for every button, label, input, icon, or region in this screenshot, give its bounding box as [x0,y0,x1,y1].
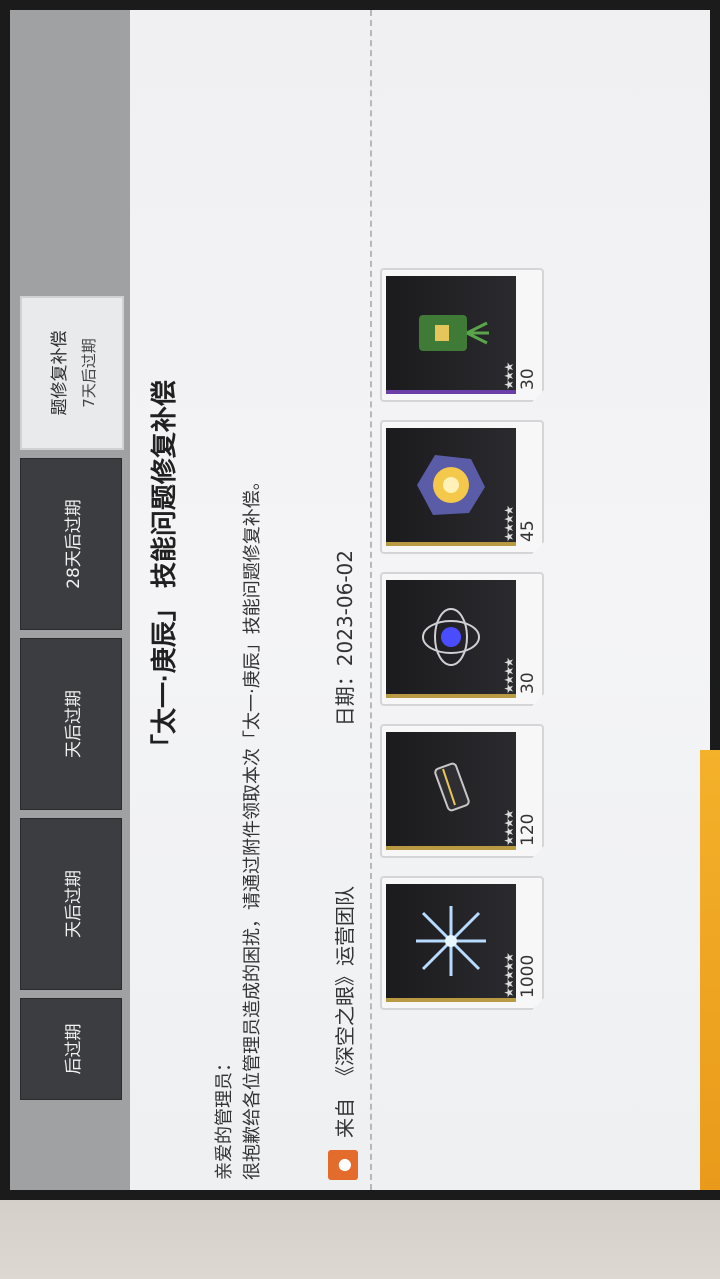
rarity-stars: ★★★★ [502,810,516,846]
reward-count: 30 [518,672,538,694]
orb-core-icon [386,580,516,698]
reward-item[interactable]: ★★★ 30 [380,268,544,402]
mail-card-expiry: 28天后过期 [63,499,84,589]
rarity-stars: ★★★★★ [502,954,516,998]
mail-card[interactable]: 天后过期 [20,818,122,990]
rarity-stars: ★★★★ [502,506,516,542]
mail-date: 日期：2023-06-02 [332,550,357,727]
mail-detail-panel: 「太一·庚辰」 技能问题修复补偿 亲爱的管理员： 很抱歉给各位管理员造成的困扰，… [130,10,720,1190]
reward-count: 45 [518,520,538,542]
mail-card-expiry: 7天后过期 [80,338,98,408]
mail-greeting: 亲爱的管理员： [214,1054,235,1180]
claim-button[interactable] [700,750,720,1190]
sender-label: 来自 [332,1098,357,1138]
golden-fragment-icon [386,428,516,546]
mail-card[interactable]: 28天后过期 [20,458,122,630]
reward-item[interactable]: ★★★★ 30 [380,572,544,706]
reward-count: 1000 [518,954,538,998]
mail-card-expiry: 后过期 [63,1023,84,1075]
mail-card-selected[interactable]: 题修复补偿 7天后过期 [20,296,124,450]
mail-body: 很抱歉给各位管理员造成的困扰，请通过附件领取本次「太一·庚辰」技能问题修复补偿。 [242,472,263,1180]
mail-card[interactable]: 天后过期 [20,638,122,810]
reward-count: 120 [518,813,538,846]
sender-avatar-icon: ● [328,1150,358,1180]
reward-item[interactable]: ★★★★ 120 [380,724,544,858]
reward-count: 30 [518,368,538,390]
sealed-vial-icon [386,732,516,850]
rarity-stars: ★★★★ [502,658,516,694]
divider [370,10,372,1190]
reward-item[interactable]: ★★★★★ 1000 [380,876,544,1010]
mail-card[interactable]: 后过期 [20,998,122,1100]
sender-row: ● 来自 《深空之眼》运营团队 日期：2023-06-02 [325,130,361,1180]
mail-list-bar: 后过期 天后过期 天后过期 28天后过期 题修复补偿 7天后过期 [10,10,130,1190]
reward-item[interactable]: ★★★★ 45 [380,420,544,554]
mail-title: 「太一·庚辰」 技能问题修复补偿 [149,380,179,760]
mail-card-expiry: 天后过期 [63,690,84,758]
sender-name: 《深空之眼》运营团队 [332,886,357,1086]
crystal-shard-icon [386,884,516,1002]
mail-card-title: 题修复补偿 [50,330,70,416]
rarity-stars: ★★★ [502,363,516,390]
mail-card-expiry: 天后过期 [63,870,84,938]
attachment-list: ★★★★★ 1000 ★★★★ 120 ★★★★ 30 ★★★★ 45 ★★★ … [380,268,544,1010]
mail-screen: 后过期 天后过期 天后过期 28天后过期 题修复补偿 7天后过期 「太一·庚辰」… [10,10,720,1190]
jade-token-icon [386,276,516,394]
